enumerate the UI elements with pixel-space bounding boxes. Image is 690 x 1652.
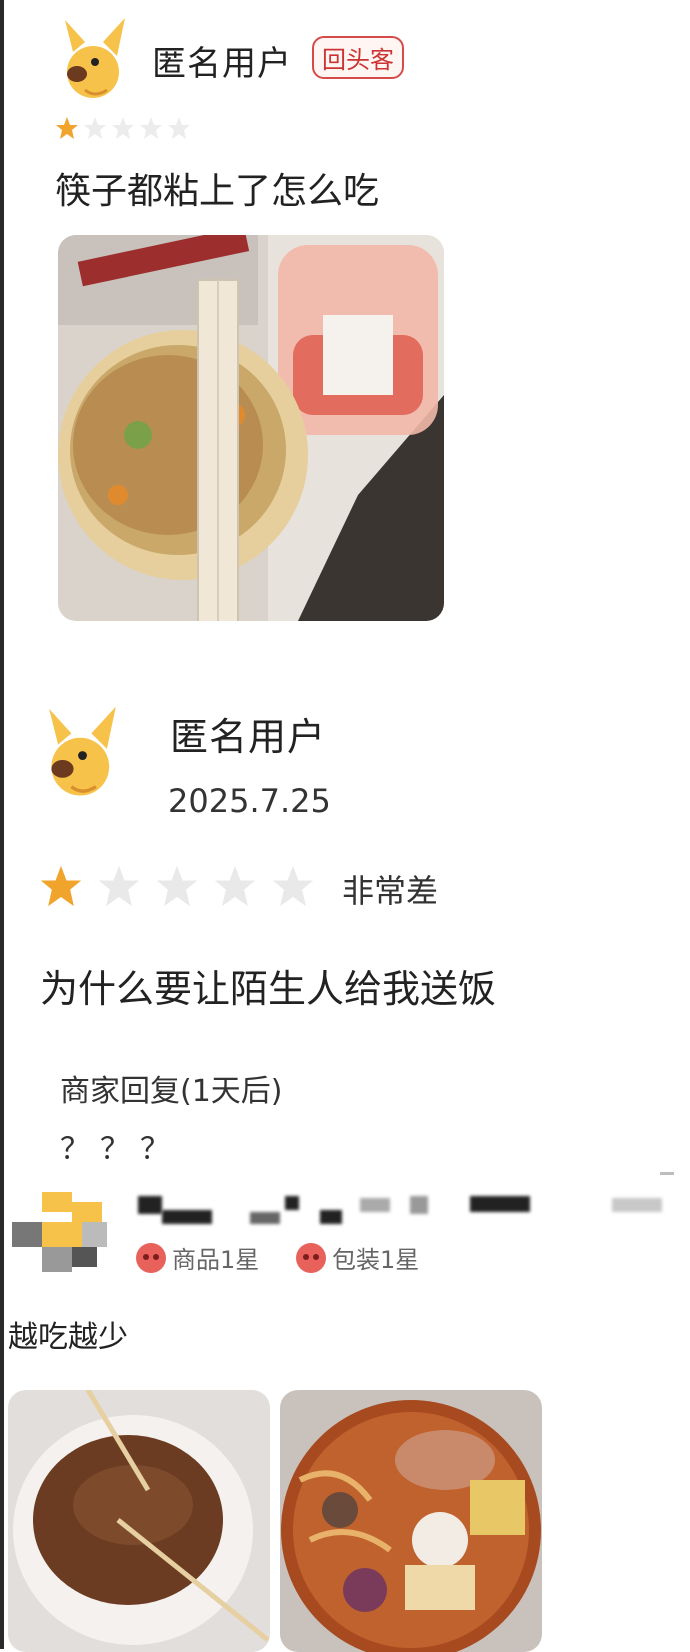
- review2-date: 2025.7.25: [168, 782, 331, 820]
- review2-username: 匿名用户: [170, 715, 327, 759]
- star-icon: [168, 117, 190, 139]
- review1-text: 筷子都粘上了怎么吃: [55, 171, 380, 212]
- dog-avatar-icon: [65, 18, 125, 98]
- spicy-pot-photo: [280, 1390, 542, 1652]
- merchant-reply-body: ？？？: [60, 1132, 180, 1167]
- review1-stars: [55, 116, 191, 140]
- packaging-rating-label: 包装1星: [332, 1246, 420, 1274]
- soup-bowl-photo: [8, 1390, 270, 1652]
- returning-customer-badge: 回头客: [312, 36, 404, 79]
- star-icon: [272, 865, 314, 907]
- angry-face-icon: [296, 1242, 326, 1273]
- product-rating-label: 商品1星: [172, 1246, 260, 1274]
- dog-avatar-icon: [49, 706, 116, 796]
- food-bowl-photo: [58, 235, 444, 621]
- review2-stars: [38, 864, 316, 908]
- review1-username: 匿名用户: [152, 44, 292, 84]
- review2-text: 为什么要让陌生人给我送饭: [40, 967, 497, 1011]
- review1-photo[interactable]: [58, 235, 444, 621]
- star-icon: [98, 865, 140, 907]
- rating-word: 非常差: [342, 872, 439, 910]
- review3-text: 越吃越少: [8, 1320, 128, 1355]
- angry-face-icon: [136, 1242, 166, 1273]
- star-icon: [40, 865, 82, 907]
- star-icon: [56, 117, 78, 139]
- star-icon: [140, 117, 162, 139]
- left-border: [0, 0, 4, 1649]
- review3-photo-2[interactable]: [280, 1390, 542, 1652]
- pixelated-avatar-icon: [12, 1192, 107, 1272]
- packaging-rating-tag: 包装1星: [296, 1240, 419, 1275]
- star-icon: [214, 865, 256, 907]
- star-icon: [112, 117, 134, 139]
- star-icon: [84, 117, 106, 139]
- merchant-reply-title: 商家回复(1天后): [60, 1074, 283, 1109]
- divider: [660, 1172, 674, 1175]
- product-rating-tag: 商品1星: [136, 1240, 259, 1275]
- review3-photo-1[interactable]: [8, 1390, 270, 1652]
- star-icon: [156, 865, 198, 907]
